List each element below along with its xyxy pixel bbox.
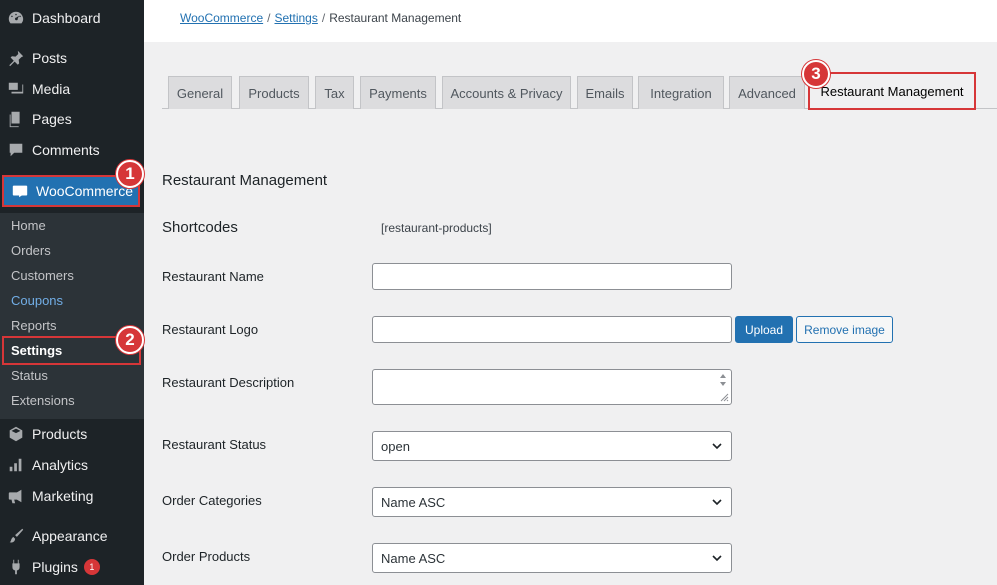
menu-label: Analytics: [32, 457, 89, 473]
dashboard-icon: [0, 9, 32, 27]
tab-advanced[interactable]: Advanced: [729, 76, 805, 109]
top-header: WooCommerce / Settings / Restaurant Manageme…: [144, 0, 997, 42]
menu-label: Appearance: [32, 528, 108, 544]
order-categories-label: Order Categories: [162, 493, 262, 508]
menu-label: Plugins: [32, 559, 78, 575]
pin-icon: [0, 49, 32, 67]
step-marker-1: 1: [116, 160, 144, 188]
menu-products[interactable]: Products: [0, 419, 144, 449]
tab-emails[interactable]: Emails: [577, 76, 633, 109]
select-value: Name ASC: [381, 550, 446, 566]
breadcrumb: WooCommerce / Settings / Restaurant Manageme…: [180, 11, 461, 25]
submenu-orders[interactable]: Orders: [0, 238, 144, 263]
submenu-extensions[interactable]: Extensions: [0, 388, 144, 413]
menu-analytics[interactable]: Analytics: [0, 450, 144, 480]
shortcodes-label: Shortcodes: [162, 219, 238, 236]
menu-label: Media: [32, 81, 71, 97]
menu-label: Pages: [32, 111, 72, 127]
pages-icon: [0, 110, 32, 128]
restaurant-description-label: Restaurant Description: [162, 375, 295, 390]
menu-media[interactable]: Media: [0, 74, 144, 104]
settings-tabs: General Products Tax Payments Accounts &…: [162, 72, 997, 110]
remove-image-button[interactable]: Remove image: [796, 316, 893, 343]
menu-appearance[interactable]: Appearance: [0, 521, 144, 551]
media-icon: [0, 80, 32, 98]
breadcrumb-settings-link[interactable]: Settings: [274, 11, 317, 25]
shortcode-value: [restaurant-products]: [381, 221, 492, 235]
submenu-coupons[interactable]: Coupons: [0, 288, 144, 313]
tab-integration[interactable]: Integration: [638, 76, 724, 109]
tab-products[interactable]: Products: [239, 76, 309, 109]
menu-plugins[interactable]: Plugins 1: [0, 552, 144, 582]
menu-dashboard[interactable]: Dashboard: [0, 3, 144, 33]
step-marker-2: 2: [116, 326, 144, 354]
submenu-status[interactable]: Status: [0, 363, 144, 388]
restaurant-status-label: Restaurant Status: [162, 437, 267, 452]
upload-button[interactable]: Upload: [735, 316, 793, 343]
select-value: open: [381, 438, 410, 454]
restaurant-description-textarea[interactable]: [372, 369, 732, 405]
resize-grip-icon[interactable]: [719, 392, 729, 402]
menu-pages[interactable]: Pages: [0, 104, 144, 134]
comment-icon: [0, 141, 32, 159]
tab-general[interactable]: General: [168, 76, 232, 109]
chevron-down-icon: [712, 555, 722, 562]
order-products-select[interactable]: Name ASC: [372, 543, 732, 573]
menu-label: Marketing: [32, 488, 94, 504]
restaurant-name-label: Restaurant Name: [162, 269, 264, 284]
menu-label: WooCommerce: [36, 183, 133, 199]
breadcrumb-separator: /: [267, 11, 271, 25]
tab-accounts-privacy[interactable]: Accounts & Privacy: [442, 76, 571, 109]
breadcrumb-woocommerce-link[interactable]: WooCommerce: [180, 11, 263, 25]
tab-payments[interactable]: Payments: [360, 76, 436, 109]
tab-tax[interactable]: Tax: [315, 76, 354, 109]
menu-comments[interactable]: Comments: [0, 135, 144, 165]
section-title: Restaurant Management: [162, 172, 328, 189]
plug-icon: [0, 558, 32, 576]
breadcrumb-separator: /: [321, 11, 326, 25]
admin-sidebar: Dashboard Posts Media Pages Comments Woo…: [0, 0, 144, 585]
restaurant-logo-label: Restaurant Logo: [162, 322, 259, 337]
bar-chart-icon: [0, 456, 32, 474]
menu-label: Dashboard: [32, 10, 101, 26]
tab-restaurant-management[interactable]: Restaurant Management: [808, 72, 976, 110]
woocommerce-submenu: Home Orders Customers Coupons Reports Se…: [0, 213, 144, 419]
step-marker-3: 3: [802, 60, 830, 88]
submenu-customers[interactable]: Customers: [0, 263, 144, 288]
select-value: Name ASC: [381, 494, 446, 510]
menu-label: Products: [32, 426, 88, 442]
submenu-home[interactable]: Home: [0, 213, 144, 238]
chevron-down-icon: [712, 443, 722, 450]
menu-label: Comments: [32, 142, 100, 158]
restaurant-name-input[interactable]: [372, 263, 732, 290]
chevron-down-icon: [712, 499, 722, 506]
plugins-update-badge: 1: [83, 559, 100, 575]
megaphone-icon: [0, 487, 32, 505]
restaurant-logo-input[interactable]: [372, 316, 732, 343]
menu-posts[interactable]: Posts: [0, 43, 144, 73]
order-products-label: Order Products: [162, 549, 251, 564]
restaurant-status-select[interactable]: open: [372, 431, 732, 461]
menu-marketing[interactable]: Marketing: [0, 481, 144, 511]
woo-icon: [4, 182, 36, 200]
order-categories-select[interactable]: Name ASC: [372, 487, 732, 517]
box-icon: [0, 425, 32, 443]
brush-icon: [0, 527, 32, 545]
menu-label: Posts: [32, 50, 68, 66]
spinner-arrows-icon[interactable]: [718, 373, 728, 387]
breadcrumb-current: Restaurant Management: [329, 11, 462, 25]
